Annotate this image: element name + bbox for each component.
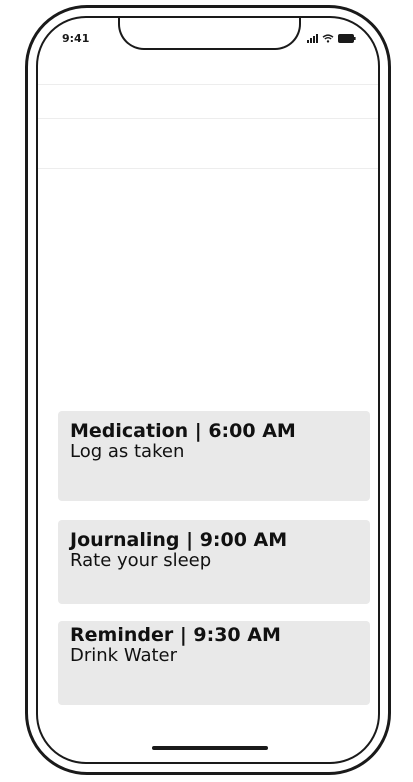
header-divider: [38, 118, 378, 119]
phone-screen: 9:41 Medication | 6:00 AM Log as taken J…: [36, 16, 380, 764]
header-divider: [38, 168, 378, 169]
status-icons: [307, 33, 356, 43]
card-title: Medication | 6:00 AM: [70, 420, 296, 442]
card-subtitle: Log as taken: [70, 441, 185, 462]
card-title: Reminder | 9:30 AM: [70, 624, 281, 646]
journaling-card[interactable]: Journaling | 9:00 AM Rate your sleep: [58, 520, 370, 604]
card-subtitle: Rate your sleep: [70, 550, 212, 571]
canvas: 9:41 Medication | 6:00 AM Log as taken J…: [0, 0, 413, 782]
card-subtitle: Drink Water: [70, 645, 178, 666]
notch: [118, 18, 301, 50]
medication-card[interactable]: Medication | 6:00 AM Log as taken: [58, 411, 370, 501]
battery-icon: [338, 34, 356, 43]
card-title: Journaling | 9:00 AM: [70, 529, 288, 551]
status-time: 9:41: [62, 32, 90, 45]
reminder-card[interactable]: Reminder | 9:30 AM Drink Water: [58, 621, 370, 705]
signal-icon: [307, 34, 318, 43]
wifi-icon: [322, 34, 334, 43]
header-divider: [38, 84, 378, 85]
home-indicator[interactable]: [152, 746, 268, 750]
